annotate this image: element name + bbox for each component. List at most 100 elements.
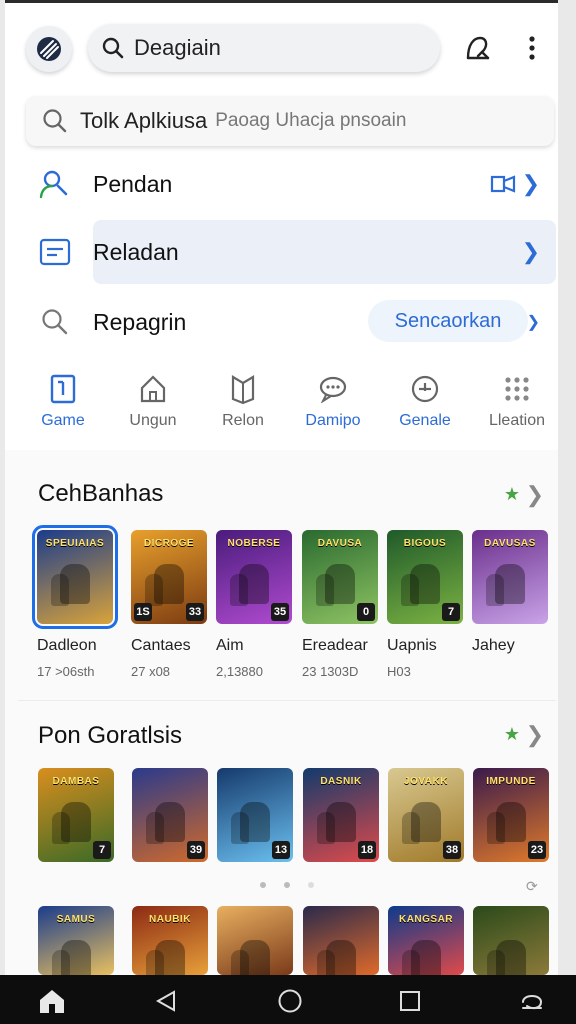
app-meta: 17 >06sth bbox=[37, 664, 95, 679]
content-panel bbox=[5, 450, 558, 975]
tab-game[interactable]: Game bbox=[20, 372, 106, 430]
app-badge: 23 bbox=[528, 841, 546, 859]
app-badge: 7 bbox=[442, 603, 460, 621]
app-artwork bbox=[317, 950, 335, 975]
chevron-right-icon: ❯ bbox=[526, 314, 540, 331]
app-badge: 7 bbox=[93, 841, 111, 859]
app-card[interactable]: SAMUS bbox=[38, 906, 114, 975]
assistant-icon bbox=[522, 995, 543, 1010]
app-card[interactable]: SPEUIAIAS bbox=[32, 525, 118, 629]
menu-row-reladan[interactable]: Reladan ❯ bbox=[18, 220, 556, 284]
search-action-pill[interactable]: Sencaorkan bbox=[368, 300, 528, 342]
app-card[interactable]: BIGOUS 7 bbox=[387, 530, 463, 624]
app-name: Aim bbox=[216, 637, 244, 654]
brand-logo-button[interactable] bbox=[26, 26, 72, 72]
menu-row-pendan[interactable]: Pendan ❯ bbox=[18, 152, 556, 216]
home-icon bbox=[110, 372, 196, 406]
app-badge: 39 bbox=[187, 841, 205, 859]
app-card[interactable]: DICROGE 33 1S bbox=[131, 530, 207, 624]
translate-icon[interactable] bbox=[490, 173, 516, 195]
app-art-title: DAMBAS bbox=[52, 776, 100, 787]
tab-label: Relon bbox=[222, 412, 264, 429]
search-field-value: Tolk Aplkiusa bbox=[80, 108, 208, 133]
app-name: Cantaes bbox=[131, 637, 191, 654]
tab-relon[interactable]: Relon bbox=[200, 372, 286, 430]
app-card[interactable]: NAUBIK bbox=[132, 906, 208, 975]
app-artwork bbox=[316, 574, 334, 606]
app-name: Dadleon bbox=[37, 637, 97, 654]
chevron-right-icon: ❯ bbox=[521, 171, 540, 196]
app-name: Jahey bbox=[472, 637, 515, 654]
tab-damipo[interactable]: Damipo bbox=[290, 372, 376, 430]
menu-row-label: Pendan bbox=[93, 170, 173, 197]
star-icon: ★ bbox=[503, 724, 520, 744]
search-icon bbox=[38, 305, 72, 339]
chevron-right-icon[interactable]: ❯ bbox=[526, 722, 544, 748]
app-card[interactable]: DASNIK 18 bbox=[303, 768, 379, 862]
tab-label: Genale bbox=[399, 412, 451, 429]
app-card[interactable]: DAVUSA 0 bbox=[302, 530, 378, 624]
profile-button[interactable] bbox=[462, 32, 494, 64]
app-art-title: JOVAKK bbox=[404, 776, 448, 787]
book-icon bbox=[200, 372, 286, 406]
app-search-field[interactable]: Tolk Aplkiusa Paoag Uhacja pnsoain bbox=[26, 96, 554, 146]
tab-lleation[interactable]: Lleation bbox=[474, 372, 560, 430]
app-card[interactable]: KANGSAR bbox=[388, 906, 464, 975]
app-artwork bbox=[487, 812, 505, 844]
section-title: CehBanhas bbox=[38, 480, 164, 507]
right-edge bbox=[558, 0, 576, 975]
app-card[interactable]: DAVUSAS bbox=[472, 530, 548, 624]
back-button[interactable] bbox=[152, 987, 180, 1015]
app-name: Uapnis bbox=[387, 637, 437, 654]
app-card[interactable]: 39 bbox=[132, 768, 208, 862]
search-icon bbox=[102, 37, 124, 59]
app-card[interactable] bbox=[303, 906, 379, 975]
app-meta: 2,13880 bbox=[216, 664, 263, 679]
app-card[interactable]: DAMBAS 7 bbox=[38, 768, 114, 862]
app-artwork bbox=[52, 812, 70, 844]
app-artwork bbox=[401, 574, 419, 606]
tab-label: Damipo bbox=[305, 412, 361, 429]
app-card[interactable]: JOVAKK 38 bbox=[388, 768, 464, 862]
app-badge: 0 bbox=[357, 603, 375, 621]
home-tab-button[interactable] bbox=[38, 987, 66, 1015]
app-card[interactable]: IMPUNDE 23 bbox=[473, 768, 549, 862]
more-menu-button[interactable] bbox=[516, 32, 548, 64]
plus-circle-icon bbox=[382, 372, 468, 406]
assistant-button[interactable] bbox=[518, 987, 546, 1015]
recents-button[interactable] bbox=[396, 987, 424, 1015]
tab-ungun[interactable]: Ungun bbox=[110, 372, 196, 430]
list-icon bbox=[38, 235, 72, 269]
app-art-title: SPEUIAIAS bbox=[45, 538, 105, 549]
chat-icon bbox=[290, 372, 376, 406]
system-navigation-bar bbox=[0, 975, 576, 1024]
app-art-title: DASNIK bbox=[320, 776, 362, 787]
more-vertical-icon bbox=[529, 36, 535, 60]
tab-label: Ungun bbox=[129, 412, 177, 429]
header-search-bar[interactable]: Deagiain bbox=[88, 24, 440, 72]
chevron-right-icon[interactable]: ❯ bbox=[526, 482, 544, 508]
app-artwork bbox=[230, 574, 248, 606]
app-art-title: KANGSAR bbox=[398, 914, 454, 925]
app-card[interactable] bbox=[217, 906, 293, 975]
app-artwork bbox=[51, 574, 69, 606]
back-triangle-icon bbox=[155, 990, 175, 1012]
app-card[interactable]: NOBERSE 35 bbox=[216, 530, 292, 624]
app-card[interactable] bbox=[473, 906, 549, 975]
app-meta: 27 x08 bbox=[131, 664, 171, 679]
tab-genale[interactable]: Genale bbox=[382, 372, 468, 430]
app-card[interactable]: 13 bbox=[217, 768, 293, 862]
app-art-title: SAMUS bbox=[56, 914, 96, 925]
home-button[interactable] bbox=[276, 987, 304, 1015]
recents-square-icon bbox=[400, 991, 420, 1011]
category-tabs: Game Ungun Relon Damipo Genale Lleation bbox=[18, 372, 556, 442]
app-art-title: BIGOUS bbox=[403, 538, 447, 549]
app-art-title: DICROGE bbox=[143, 538, 195, 549]
app-artwork bbox=[317, 812, 335, 844]
section-title: Pon Goratlsis bbox=[38, 722, 183, 749]
carousel-dots bbox=[260, 882, 314, 888]
refresh-icon[interactable]: ⟳ bbox=[526, 878, 538, 895]
game-icon bbox=[20, 372, 106, 406]
app-name: Ereadear bbox=[302, 637, 368, 654]
app-artwork bbox=[231, 812, 249, 844]
